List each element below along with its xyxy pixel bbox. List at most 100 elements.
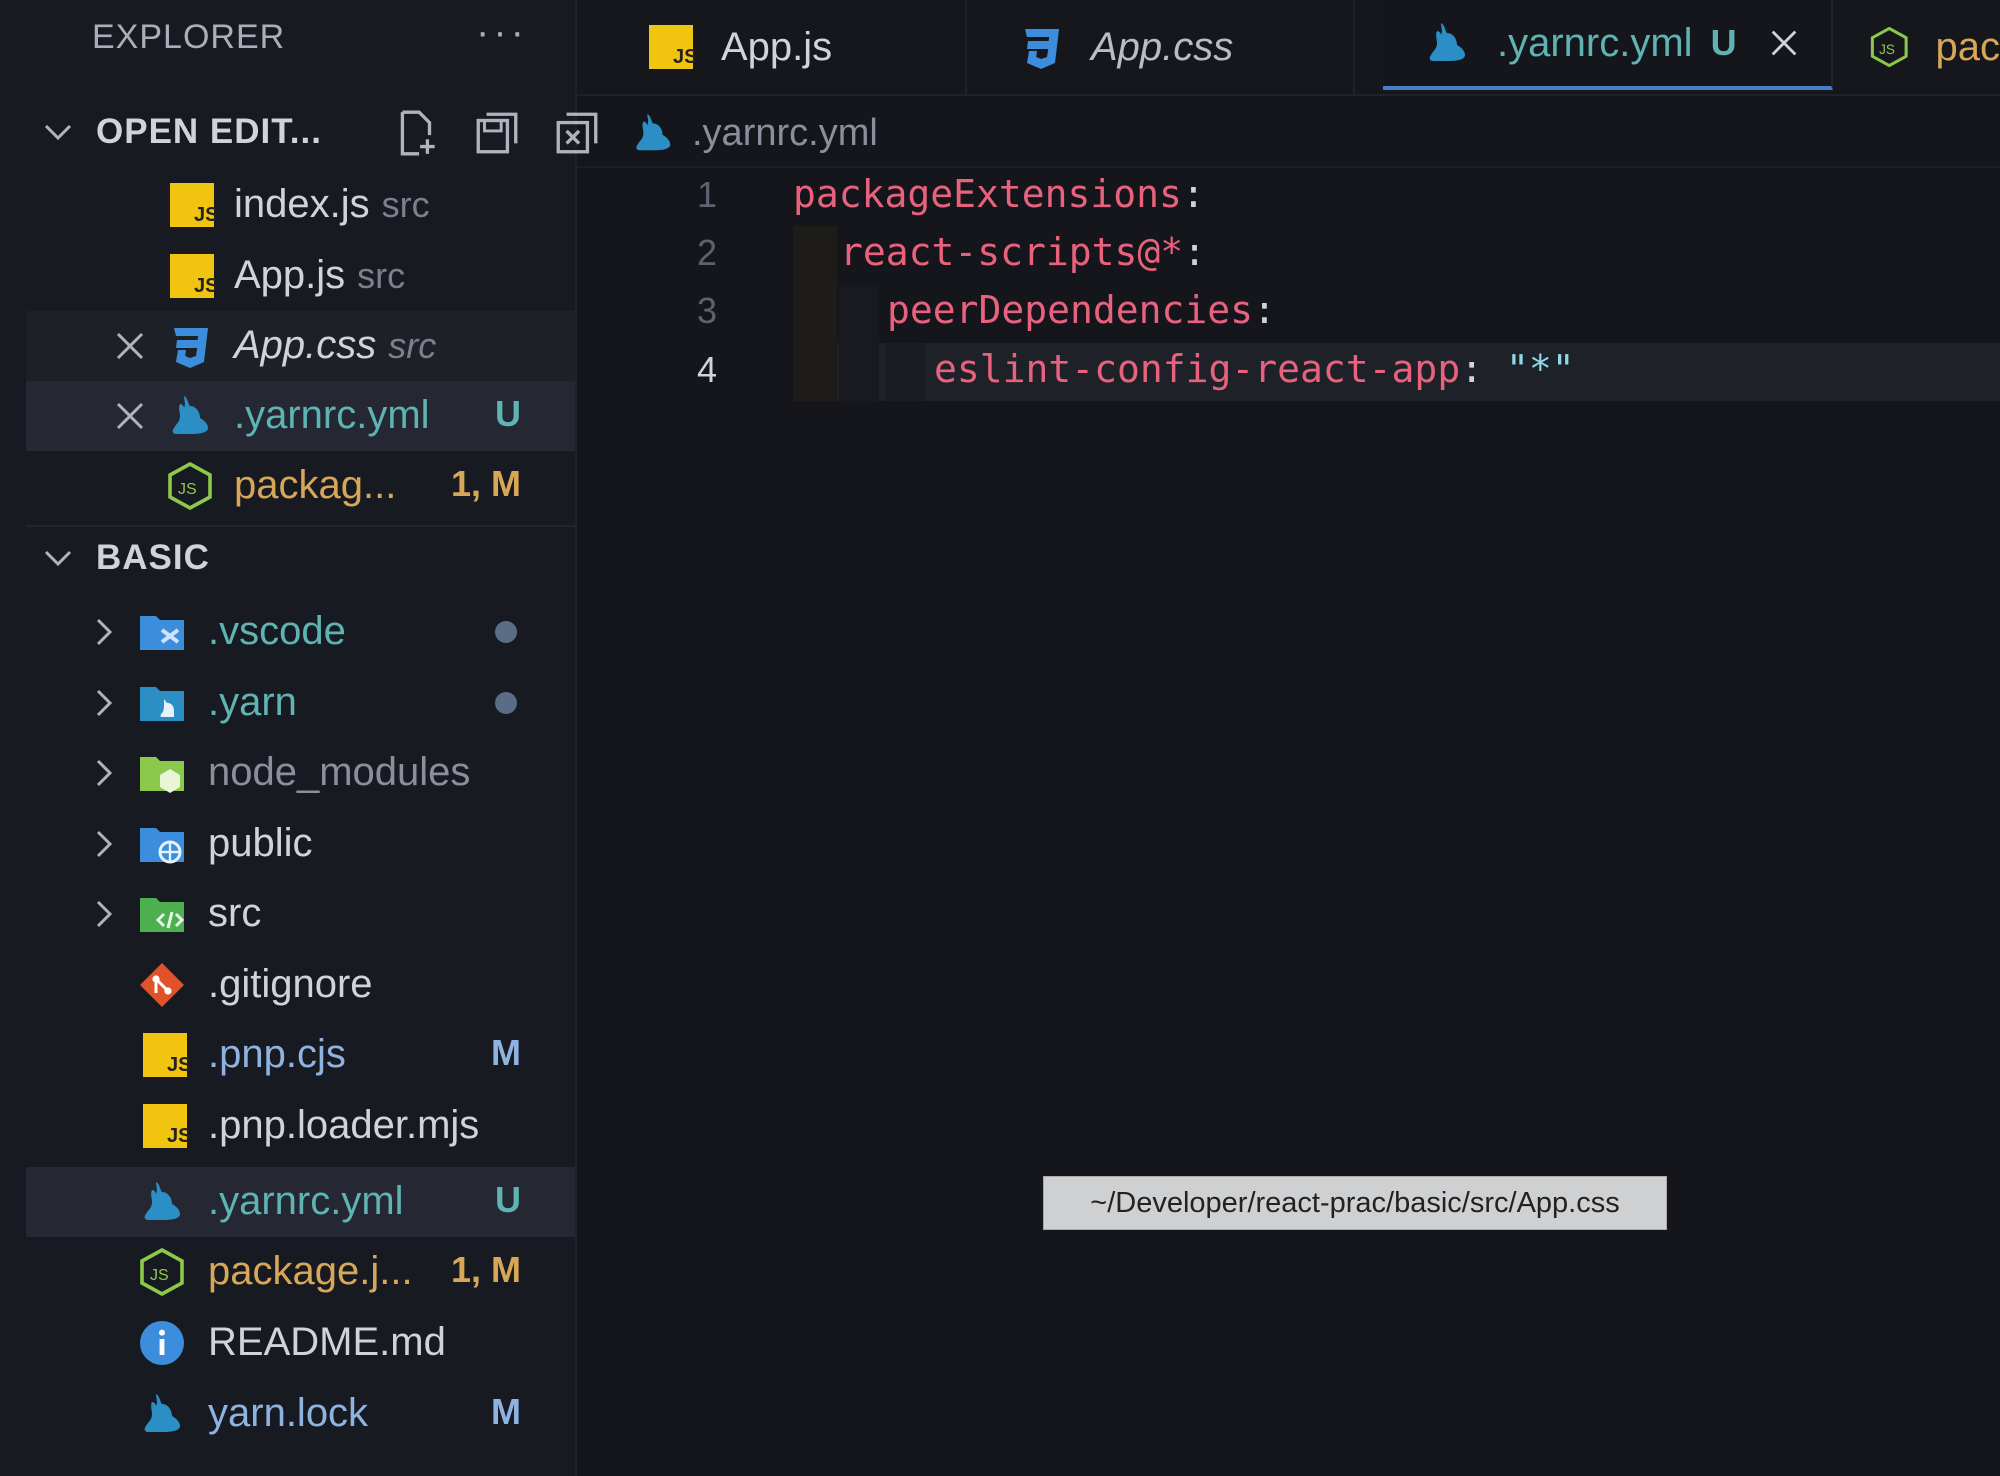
tree-item-public[interactable]: public bbox=[26, 809, 575, 879]
yarn-file-icon bbox=[636, 113, 671, 151]
yaml-key: peerDependencies bbox=[887, 288, 1254, 332]
yaml-string-value: "*" bbox=[1505, 347, 1575, 391]
file-name: yarn.lock bbox=[208, 1391, 369, 1435]
yarn-file-icon bbox=[144, 1394, 180, 1432]
modified-badge: 1, M bbox=[450, 463, 521, 504]
open-editor-app-js[interactable]: JS App.js src bbox=[26, 241, 575, 311]
new-untitled-file-icon[interactable] bbox=[392, 108, 442, 158]
indent-guide bbox=[793, 226, 837, 401]
yaml-separator: : bbox=[1183, 230, 1207, 274]
javascript-file-icon: JS bbox=[170, 183, 216, 227]
tree-item-pnp-cjs[interactable]: JS .pnp.cjs M bbox=[26, 1020, 575, 1090]
tree-item-vscode[interactable]: .vscode bbox=[26, 597, 575, 667]
close-all-icon[interactable] bbox=[552, 108, 602, 158]
save-all-icon[interactable] bbox=[472, 108, 522, 158]
open-editor-app-css[interactable]: App.css src bbox=[26, 311, 575, 381]
javascript-file-icon: JS bbox=[170, 254, 216, 298]
file-name: .gitignore bbox=[208, 962, 373, 1006]
css-file-icon bbox=[1025, 29, 1059, 69]
yaml-separator: : bbox=[1253, 288, 1276, 332]
svg-text:JS: JS bbox=[1879, 42, 1895, 57]
file-folder-desc: src bbox=[381, 184, 430, 225]
open-editor-index-js[interactable]: JS index.js src bbox=[26, 170, 575, 240]
yarn-folder-icon bbox=[140, 687, 184, 721]
file-path-tooltip: ~/Developer/react-prac/basic/src/App.css bbox=[1043, 1176, 1667, 1230]
changes-dot bbox=[495, 621, 517, 643]
explorer-title: EXPLORER bbox=[92, 18, 286, 56]
tree-item-pnp-loader[interactable]: JS .pnp.loader.mjs bbox=[26, 1091, 575, 1161]
tab-app-css[interactable]: App.css bbox=[967, 0, 1355, 94]
tree-item-yarn-lock[interactable]: yarn.lock M bbox=[26, 1379, 575, 1449]
basic-folder-label: BASIC bbox=[96, 538, 210, 577]
folder-name: .vscode bbox=[208, 609, 346, 653]
open-editor-yarnrc[interactable]: .yarnrc.yml U bbox=[26, 381, 575, 451]
code-line: packageExtensions: bbox=[793, 172, 1205, 216]
tab-label: .yarnrc.yml bbox=[1497, 20, 1693, 65]
javascript-file-icon: JS bbox=[649, 25, 695, 69]
tab-package-json[interactable]: JS pac bbox=[1833, 0, 2000, 94]
chevron-down-icon bbox=[44, 124, 72, 141]
folder-name: public bbox=[208, 821, 313, 865]
info-file-icon bbox=[140, 1321, 184, 1365]
close-editor-icon[interactable] bbox=[112, 398, 148, 434]
chevron-right-icon bbox=[96, 900, 113, 928]
basic-folder-header[interactable]: BASIC bbox=[40, 528, 575, 588]
tree-item-yarnrc[interactable]: .yarnrc.yml U bbox=[26, 1167, 575, 1237]
nodejs-file-icon: JS bbox=[1870, 26, 1908, 68]
yaml-key: react-scripts@* bbox=[840, 230, 1184, 274]
folder-name: .yarn bbox=[208, 680, 297, 724]
open-editor-package-json[interactable]: JS packag... 1, M bbox=[26, 451, 575, 521]
line-number: 3 bbox=[696, 290, 718, 331]
chevron-down-icon bbox=[44, 550, 72, 567]
untracked-badge: U bbox=[495, 393, 521, 434]
editor-tab-bar: JS App.js App.css .yarnrc.yml U JS pac bbox=[577, 0, 2000, 96]
modified-badge: M bbox=[491, 1032, 521, 1073]
file-name: App.css bbox=[234, 323, 377, 367]
tab-yarnrc-active[interactable]: .yarnrc.yml U bbox=[1383, 0, 1833, 90]
untracked-badge: U bbox=[1710, 22, 1737, 63]
svg-text:JS: JS bbox=[167, 1125, 189, 1147]
svg-text:JS: JS bbox=[178, 481, 197, 498]
src-folder-icon bbox=[140, 898, 185, 932]
modified-badge: 1, M bbox=[450, 1249, 521, 1290]
file-name: .pnp.loader.mjs bbox=[208, 1103, 480, 1147]
chevron-right-icon bbox=[96, 830, 113, 858]
tab-label: pac bbox=[1935, 24, 2000, 69]
nodejs-file-icon: JS bbox=[168, 462, 212, 510]
untracked-badge: U bbox=[495, 1179, 521, 1220]
yaml-key: eslint-config-react-app bbox=[934, 347, 1461, 391]
svg-text:JS: JS bbox=[167, 1054, 189, 1076]
chevron-right-icon bbox=[96, 759, 113, 787]
yarn-file-icon bbox=[172, 396, 208, 434]
tab-app-js[interactable]: JS App.js bbox=[607, 0, 967, 94]
close-tab-icon[interactable] bbox=[1767, 26, 1801, 60]
code-line: eslint-config-react-app: "*" bbox=[934, 347, 1575, 391]
breadcrumb[interactable]: .yarnrc.yml bbox=[630, 100, 878, 166]
javascript-file-icon: JS bbox=[143, 1104, 189, 1148]
tree-item-gitignore[interactable]: .gitignore bbox=[26, 950, 575, 1020]
file-name: README.md bbox=[208, 1320, 446, 1364]
file-name: index.js bbox=[234, 182, 370, 226]
breadcrumb-file: .yarnrc.yml bbox=[692, 111, 878, 154]
css-file-icon bbox=[174, 328, 208, 368]
close-editor-icon[interactable] bbox=[112, 328, 148, 364]
chevron-right-icon bbox=[96, 618, 113, 646]
file-name: .yarnrc.yml bbox=[208, 1179, 404, 1223]
tree-item-src[interactable]: src bbox=[26, 879, 575, 949]
tree-item-package-json[interactable]: JS package.j... 1, M bbox=[26, 1237, 575, 1307]
file-folder-desc: src bbox=[357, 255, 406, 296]
file-name: package.j... bbox=[208, 1249, 413, 1293]
code-line: peerDependencies: bbox=[887, 288, 1276, 332]
tree-item-readme[interactable]: README.md bbox=[26, 1308, 575, 1378]
more-actions-icon[interactable]: ··· bbox=[476, 10, 528, 55]
open-editors-header[interactable]: OPEN EDIT... bbox=[40, 102, 598, 162]
tree-item-node-modules[interactable]: node_modules bbox=[26, 738, 575, 808]
tree-item-yarn[interactable]: .yarn bbox=[26, 668, 575, 738]
folder-name: src bbox=[208, 891, 262, 935]
line-number: 2 bbox=[696, 232, 718, 273]
nodejs-file-icon: JS bbox=[140, 1248, 184, 1296]
folder-name: node_modules bbox=[208, 750, 471, 794]
file-name: .yarnrc.yml bbox=[234, 393, 430, 437]
svg-text:JS: JS bbox=[194, 204, 216, 226]
changes-dot bbox=[495, 692, 517, 714]
